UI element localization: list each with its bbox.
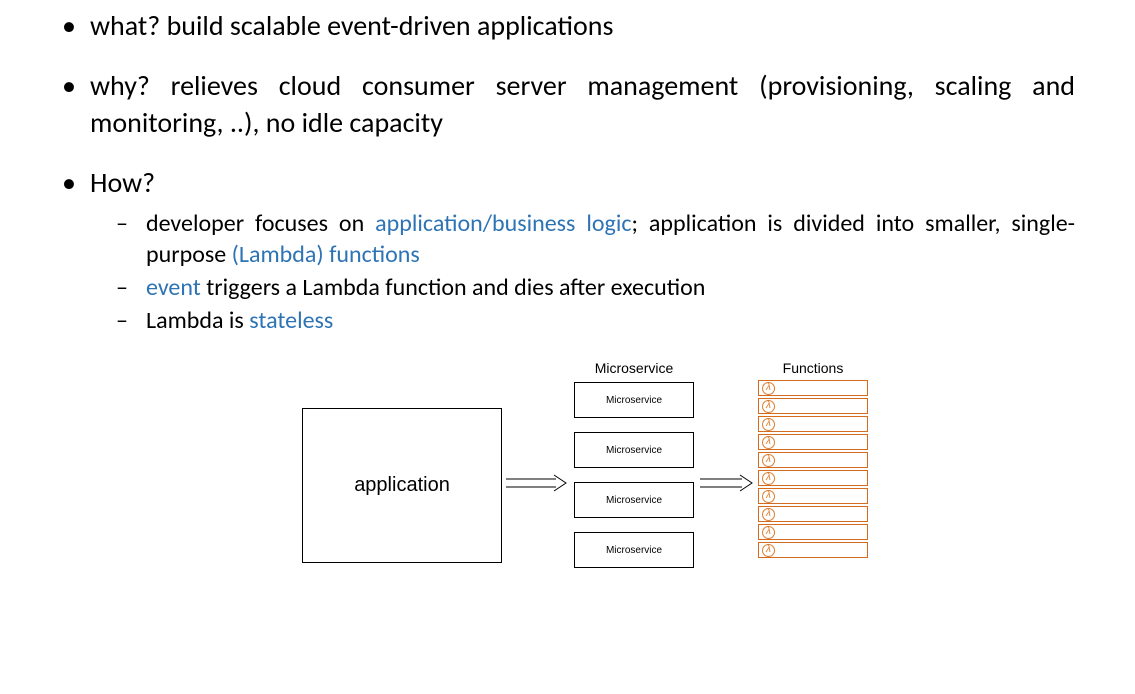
- sub1-hl-lambda-fn: (Lambda) functions: [232, 240, 420, 269]
- lambda-icon: λ: [762, 418, 775, 431]
- functions-heading: Functions: [758, 360, 868, 376]
- function-box: λ: [758, 452, 868, 468]
- bullet-how: How? developer focuses on application/bu…: [60, 165, 1075, 336]
- lambda-icon: λ: [762, 454, 775, 467]
- microservice-box: Microservice: [574, 532, 694, 568]
- microservices-heading: Microservice: [574, 360, 694, 376]
- architecture-diagram: application Microservice MicroserviceMic…: [302, 360, 902, 590]
- function-box: λ: [758, 506, 868, 522]
- sub-bullet-2: event triggers a Lambda function and die…: [116, 272, 1075, 303]
- bullet-what: what? build scalable event-driven applic…: [60, 8, 1075, 44]
- sub1-pre: developer focuses on: [146, 209, 375, 238]
- microservices-column: Microservice Microservice Microservice Mic…: [574, 360, 694, 582]
- microservice-box: Microservice: [574, 482, 694, 518]
- bullet-why: why? relieves cloud consumer server mana…: [60, 68, 1075, 141]
- lambda-icon: λ: [762, 490, 775, 503]
- microservice-box: Microservice: [574, 382, 694, 418]
- function-box: λ: [758, 470, 868, 486]
- functions-column: Functions λλλλλλλλλλ: [758, 360, 868, 560]
- sub3-pre: Lambda is: [146, 306, 249, 335]
- bullet-why-text: why? relieves cloud consumer server mana…: [90, 68, 1075, 139]
- sub3-hl-stateless: stateless: [249, 306, 333, 335]
- function-box: λ: [758, 434, 868, 450]
- function-box: λ: [758, 380, 868, 396]
- application-box: application: [302, 408, 502, 563]
- arrow-microservices-to-functions: [700, 473, 754, 487]
- lambda-icon: λ: [762, 382, 775, 395]
- application-label: application: [354, 474, 450, 497]
- function-box: λ: [758, 416, 868, 432]
- sub2-hl-event: event: [146, 273, 201, 302]
- arrow-app-to-microservices: [506, 473, 568, 487]
- bullet-what-text: what? build scalable event-driven applic…: [90, 8, 613, 43]
- sub-bullet-1: developer focuses on application/busines…: [116, 208, 1075, 270]
- lambda-icon: λ: [762, 526, 775, 539]
- lambda-icon: λ: [762, 544, 775, 557]
- sub2-rest: triggers a Lambda function and dies afte…: [201, 273, 706, 302]
- slide: what? build scalable event-driven applic…: [0, 0, 1135, 590]
- lambda-icon: λ: [762, 436, 775, 449]
- microservice-box: Microservice: [574, 432, 694, 468]
- lambda-icon: λ: [762, 472, 775, 485]
- sub-bullet-3: Lambda is stateless: [116, 305, 1075, 336]
- lambda-icon: λ: [762, 400, 775, 413]
- function-box: λ: [758, 542, 868, 558]
- bullet-list-level2: developer focuses on application/busines…: [90, 208, 1075, 337]
- sub1-hl-app-logic: application/business logic: [375, 209, 631, 238]
- function-box: λ: [758, 488, 868, 504]
- lambda-icon: λ: [762, 508, 775, 521]
- function-box: λ: [758, 398, 868, 414]
- bullet-list-level1: what? build scalable event-driven applic…: [60, 8, 1075, 336]
- bullet-how-lead: How?: [90, 165, 155, 200]
- function-box: λ: [758, 524, 868, 540]
